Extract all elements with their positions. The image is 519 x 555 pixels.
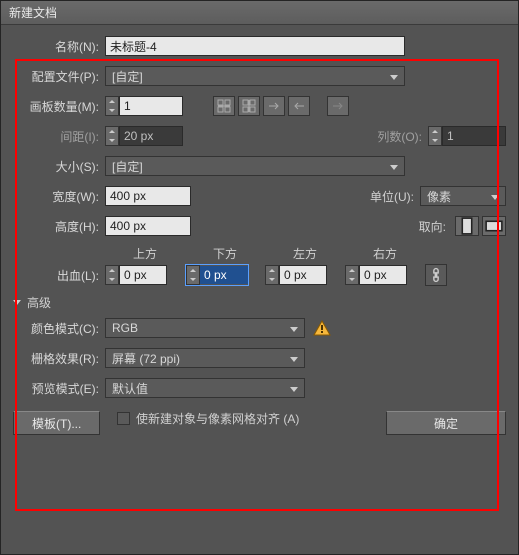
artboard-count-input[interactable] [119, 96, 183, 116]
name-label: 名称(N): [13, 38, 105, 55]
bleed-bottom-stepper[interactable] [185, 264, 249, 286]
bleed-top-label: 上方 [105, 245, 185, 262]
raster-select[interactable]: 屏幕 (72 ppi) [105, 348, 305, 368]
preview-value: 默认值 [112, 380, 148, 397]
units-value: 像素 [427, 188, 451, 205]
units-label: 单位(U): [360, 188, 420, 205]
bleed-label: 出血(L): [13, 267, 105, 284]
row-ltr-icon[interactable] [263, 96, 285, 116]
row-rtl-icon[interactable] [288, 96, 310, 116]
bleed-left-input[interactable] [279, 265, 327, 285]
profile-value: [自定] [112, 68, 143, 85]
bleed-bottom-label: 下方 [185, 245, 265, 262]
artboard-count-label: 画板数量(M): [13, 98, 105, 115]
height-input[interactable] [105, 216, 191, 236]
bleed-right-stepper[interactable] [345, 265, 407, 285]
spacing-label: 间距(I): [13, 128, 105, 145]
size-value: [自定] [112, 158, 143, 175]
template-button[interactable]: 模板(T)... [13, 411, 100, 435]
spacing-stepper [105, 126, 183, 146]
dialog-content: 名称(N): 配置文件(P): [自定] 画板数量(M): 间距(I): [1, 25, 518, 447]
advanced-label: 高级 [27, 294, 51, 311]
orient-landscape-button[interactable] [482, 216, 506, 236]
profile-label: 配置文件(P): [13, 68, 105, 85]
cols-stepper [428, 126, 506, 146]
ok-button[interactable]: 确定 [386, 411, 506, 435]
units-select[interactable]: 像素 [420, 186, 506, 206]
size-select[interactable]: [自定] [105, 156, 405, 176]
orient-label: 取向: [392, 218, 452, 235]
name-input[interactable] [105, 36, 405, 56]
new-document-dialog: 新建文档 名称(N): 配置文件(P): [自定] 画板数量(M): [0, 0, 519, 555]
profile-select[interactable]: [自定] [105, 66, 405, 86]
width-label: 宽度(W): [13, 188, 105, 205]
colormode-select[interactable]: RGB [105, 318, 305, 338]
bleed-right-input[interactable] [359, 265, 407, 285]
titlebar[interactable]: 新建文档 [1, 1, 518, 25]
bleed-headers: 上方 下方 左方 右方 [105, 245, 506, 262]
bleed-left-label: 左方 [265, 245, 345, 262]
rearrange-icon[interactable] [327, 96, 349, 116]
colormode-value: RGB [112, 321, 138, 335]
grid-by-row-icon[interactable] [213, 96, 235, 116]
artboard-count-stepper[interactable] [105, 96, 183, 116]
colormode-label: 颜色模式(C): [13, 320, 105, 337]
link-bleed-button[interactable] [425, 264, 447, 286]
width-input[interactable] [105, 186, 191, 206]
dialog-buttons: 模板(T)... 确定 [13, 411, 506, 435]
advanced-header[interactable]: 高级 [13, 294, 506, 311]
bleed-bottom-input[interactable] [200, 266, 248, 284]
warning-icon [313, 320, 331, 336]
preview-select[interactable]: 默认值 [105, 378, 305, 398]
dialog-title: 新建文档 [9, 4, 57, 21]
raster-value: 屏幕 (72 ppi) [112, 350, 180, 367]
cols-input [442, 126, 506, 146]
preview-label: 预览模式(E): [13, 380, 105, 397]
cols-label: 列数(O): [368, 128, 428, 145]
bleed-left-stepper[interactable] [265, 265, 327, 285]
spacing-input [119, 126, 183, 146]
bleed-right-label: 右方 [345, 245, 425, 262]
height-label: 高度(H): [13, 218, 105, 235]
grid-by-col-icon[interactable] [238, 96, 260, 116]
bleed-top-stepper[interactable] [105, 265, 167, 285]
size-label: 大小(S): [13, 158, 105, 175]
raster-label: 栅格效果(R): [13, 350, 105, 367]
bleed-top-input[interactable] [119, 265, 167, 285]
orient-portrait-button[interactable] [455, 216, 479, 236]
